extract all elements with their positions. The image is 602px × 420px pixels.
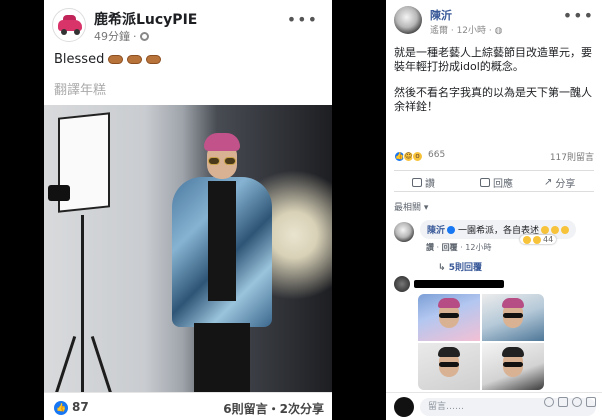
wow-reaction-icon	[533, 235, 541, 244]
comment-image-collage[interactable]	[418, 294, 544, 390]
view-replies-link[interactable]: 5則回覆	[438, 260, 482, 273]
post-paragraph: 就是一種老藝人上綜藝節目改造單元，要裝年輕打扮成idol的概念。	[394, 46, 592, 73]
share-button[interactable]: ↗ 分享	[544, 175, 575, 190]
comment-time[interactable]: 12小時	[465, 243, 491, 252]
light-stand	[81, 215, 84, 392]
share-arrow-icon: ↗	[544, 177, 553, 188]
collage-image	[418, 343, 480, 390]
laugh-emoji-icon	[541, 226, 550, 234]
right-post-meta: 遙爾 · 12小時 · ◍	[430, 23, 502, 36]
right-post-header: 陳沂 遙爾 · 12小時 · ◍ •••	[394, 6, 594, 40]
gif-icon[interactable]	[572, 397, 582, 407]
right-post: 陳沂 遙爾 · 12小時 · ◍ ••• 就是一種老藝人上綜藝節目改造單元，要裝…	[386, 0, 602, 420]
person-figure	[162, 133, 282, 392]
bread-emoji-icon	[108, 55, 124, 64]
collage-image	[482, 294, 544, 341]
verified-badge-icon	[447, 226, 456, 234]
comment-item	[394, 276, 594, 390]
comment-sort-dropdown[interactable]: 最相關	[394, 200, 428, 213]
laugh-emoji-icon	[551, 226, 560, 234]
like-count[interactable]: 87	[72, 400, 89, 414]
left-post-header: 鹿希派LucyPIE 49分鐘 · •••	[52, 8, 322, 44]
post-meta-text: 遙爾 · 12小時 ·	[430, 26, 495, 36]
post-paragraph: 然後不看名字我真的以為是天下第一醜人余祥銓！	[394, 86, 592, 113]
black-pants	[194, 323, 250, 392]
sunglasses	[207, 157, 237, 165]
more-options-icon[interactable]: •••	[287, 10, 318, 29]
right-author-name[interactable]: 陳沂	[430, 7, 452, 23]
profile-avatar[interactable]	[394, 6, 422, 34]
left-post-footer: 👍 87 6則留言・2次分享	[44, 392, 332, 420]
pink-hair	[204, 133, 240, 151]
right-post-text: 就是一種老藝人上綜藝節目改造單元，要裝年輕打扮成idol的概念。 然後不看名字我…	[394, 46, 594, 126]
composer-icons	[544, 397, 596, 407]
more-options-icon[interactable]: •••	[563, 6, 594, 25]
left-post-meta: 49分鐘 ·	[94, 28, 149, 44]
commenter-name[interactable]: 陳沂	[427, 226, 445, 236]
left-author-name[interactable]: 鹿希派LucyPIE	[94, 9, 197, 29]
reaction-stats: 👍 ☺ o 665 117則留言	[394, 150, 594, 164]
globe-icon: ◍	[494, 26, 503, 36]
post-photo[interactable]	[44, 105, 332, 392]
gear-icon	[139, 31, 149, 41]
camera-icon[interactable]	[558, 397, 568, 407]
wow-reaction-icon: o	[412, 151, 423, 162]
emoji-icon[interactable]	[544, 397, 554, 407]
thumbs-up-icon	[412, 178, 422, 187]
car-wheel	[61, 29, 67, 35]
commenter-avatar[interactable]	[394, 222, 414, 242]
like-button[interactable]: 讚	[412, 175, 435, 190]
comments-shares-count[interactable]: 6則留言・2次分享	[223, 400, 324, 417]
comment-composer: 留言……	[386, 392, 602, 420]
bread-emoji-icon	[146, 55, 162, 64]
laugh-emoji-icon	[561, 226, 570, 234]
car-wheel	[74, 29, 80, 35]
comment-like-link[interactable]: 讚	[426, 243, 434, 252]
comment-count[interactable]: 117則留言	[550, 150, 594, 163]
collage-image	[482, 343, 544, 390]
comment-reaction-count: 44	[543, 235, 554, 244]
page-avatar[interactable]	[52, 8, 86, 42]
like-reaction-icon: 👍	[54, 401, 68, 415]
comment-actions: 讚 · 回覆 · 12小時	[426, 243, 492, 252]
comment-icon	[480, 178, 490, 187]
left-post: 鹿希派LucyPIE 49分鐘 · ••• Blessed 翻譯年糕 👍 87 …	[44, 0, 332, 420]
left-post-text: Blessed	[54, 52, 162, 67]
comment-item: 陳沂一園希派，各自表述 44 讚 · 回覆 · 12小時 5則回覆	[394, 220, 594, 273]
my-avatar	[394, 397, 414, 417]
studio-lamp	[48, 185, 70, 201]
bread-emoji-icon	[127, 55, 143, 64]
commenter-avatar[interactable]	[394, 276, 410, 292]
translate-link[interactable]: 翻譯年糕	[54, 79, 106, 98]
black-shirt	[208, 181, 236, 301]
reaction-count[interactable]: 665	[428, 150, 445, 160]
left-post-time[interactable]: 49分鐘	[94, 28, 130, 44]
post-actions-bar: 讚 回應 ↗ 分享	[394, 170, 594, 192]
comment-reactions[interactable]: 44	[520, 235, 557, 244]
comment-reply-link[interactable]: 回覆	[442, 243, 458, 252]
sticker-icon[interactable]	[586, 397, 596, 407]
comment-button[interactable]: 回應	[480, 175, 513, 190]
haha-reaction-icon	[523, 235, 531, 244]
collage-image	[418, 294, 480, 341]
redacted-name	[414, 280, 504, 288]
reaction-icons[interactable]: 👍 ☺ o	[394, 151, 423, 162]
left-post-caption: Blessed	[54, 52, 105, 67]
